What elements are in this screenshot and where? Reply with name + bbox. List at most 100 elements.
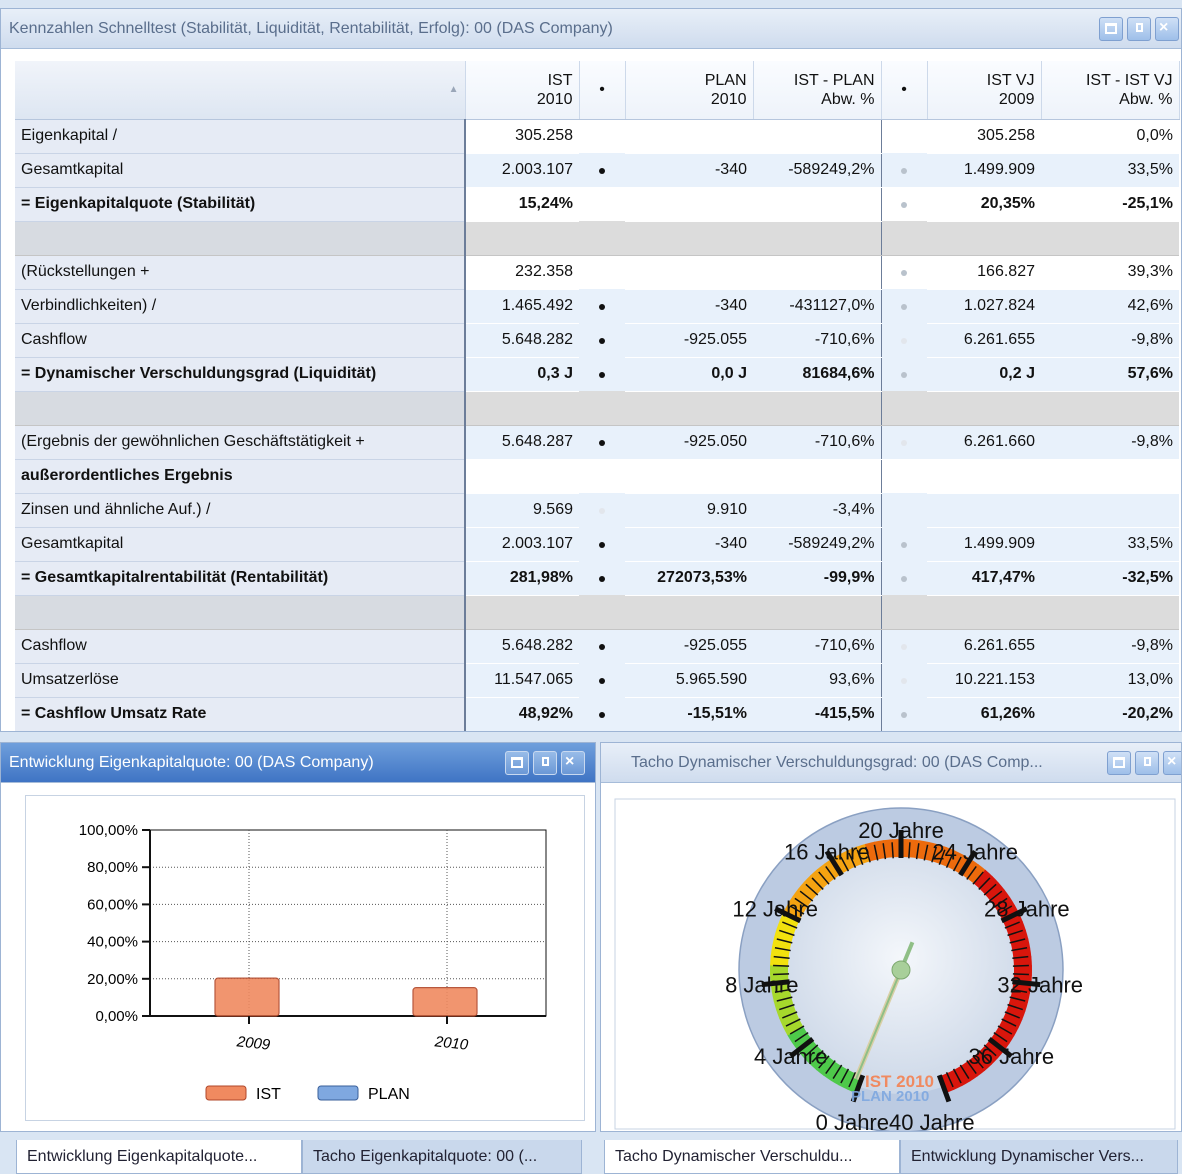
maximize-icon [1113, 757, 1125, 768]
gauge-hub [891, 960, 911, 980]
cell-abw-vj: 42,6% [1041, 289, 1179, 324]
cell-abw-vj: -9,8% [1041, 323, 1179, 358]
row-label: = Gesamtkapitalrentabilität (Rentabilitä… [15, 561, 466, 596]
col-dot2-header[interactable]: • [881, 61, 928, 120]
cell-status-plan [579, 187, 625, 221]
table-row[interactable]: = Cashflow Umsatz Rate 48,92% -15,51% -415,… [15, 697, 1179, 731]
col-abwvj-header[interactable]: IST - IST VJ Abw. % [1041, 61, 1180, 120]
col-plan-header[interactable]: PLAN 2010 [625, 61, 754, 120]
table-row[interactable]: (Ergebnis der gewöhnlichen Geschäftstäti… [15, 425, 1179, 460]
cell-status-vj [880, 391, 927, 426]
close-button[interactable]: × [561, 751, 585, 775]
table-row[interactable] [15, 391, 1179, 426]
col-dot1-header[interactable]: • [579, 61, 626, 120]
status-dot-icon [901, 542, 908, 548]
table-row[interactable]: Eigenkapital /305.258 305.258 0,0% [15, 119, 1179, 154]
cell-plan-2010: -925.050 [625, 425, 753, 460]
table-row[interactable] [15, 221, 1179, 256]
status-dot-icon [901, 576, 908, 582]
cell-plan-2010 [625, 119, 753, 154]
cell-abw-plan [753, 255, 881, 290]
cell-status-plan [579, 153, 625, 187]
cell-ist-vj-2009: 1.499.909 [927, 527, 1041, 562]
cell-abw-plan: -431127,0% [753, 289, 881, 324]
cell-ist-vj-2009: 1.499.909 [927, 153, 1041, 188]
table-row[interactable]: außerordentliches Ergebnis [15, 459, 1179, 494]
table-row[interactable]: (Rückstellungen +232.358 166.827 39,3% [15, 255, 1179, 290]
table-row[interactable]: Cashflow 5.648.282 -925.055 -710,6% 6.261.65… [15, 323, 1179, 358]
cell-abw-vj [1041, 493, 1179, 528]
kennzahlen-titlebar[interactable]: Kennzahlen Schnelltest (Stabilität, Liqu… [1, 9, 1181, 49]
cell-abw-vj: 57,6% [1041, 357, 1179, 392]
gauge-label: 8 Jahre [725, 973, 798, 998]
table-row[interactable]: = Gesamtkapitalrentabilität (Rentabilitä… [15, 561, 1179, 596]
table-row[interactable]: Zinsen und ähnliche Auf.) /9.569 9.910 -3,… [15, 493, 1179, 528]
maximize-button[interactable] [505, 751, 529, 775]
cell-status-vj [880, 187, 927, 221]
cell-ist-2010: 5.648.282 [465, 323, 579, 358]
pin-icon [1144, 757, 1151, 766]
status-dot-icon [901, 270, 908, 277]
cell-status-vj [880, 153, 927, 187]
cell-ist-2010 [465, 221, 579, 256]
tab-tacho-eigenkapitalquote[interactable]: Tacho Eigenkapitalquote: 00 (... [302, 1140, 582, 1174]
close-button[interactable]: × [1163, 751, 1181, 775]
pin-icon [1136, 23, 1143, 32]
cell-abw-vj: 33,5% [1041, 527, 1179, 562]
cell-ist-2010: 2.003.107 [465, 153, 579, 188]
status-dot-icon [599, 338, 605, 344]
tab-entwicklung-eigenkapitalquote[interactable]: Entwicklung Eigenkapitalquote... [16, 1140, 302, 1174]
marker-plan-label: PLAN 2010 [851, 1088, 929, 1105]
status-dot-icon [599, 576, 605, 582]
cell-ist-2010 [465, 595, 579, 630]
table-row[interactable] [15, 595, 1179, 630]
pin-button[interactable] [533, 751, 557, 775]
status-dot-icon [901, 304, 908, 310]
row-label: Cashflow [15, 323, 466, 358]
col-ist-header[interactable]: IST 2010 [465, 61, 580, 120]
cell-abw-vj: -9,8% [1041, 629, 1179, 664]
cell-ist-2010: 1.465.492 [465, 289, 579, 324]
cell-abw-plan [753, 459, 881, 494]
table-row[interactable]: Gesamtkapital 2.003.107 -340 -589249,2% 1.49… [15, 153, 1179, 188]
gauge-label: 4 Jahre [754, 1044, 827, 1069]
cell-abw-plan: -589249,2% [753, 153, 881, 188]
cell-plan-2010 [625, 391, 753, 426]
cell-abw-vj: -32,5% [1041, 561, 1179, 596]
cell-abw-plan [753, 119, 881, 154]
cell-ist-vj-2009 [927, 595, 1041, 630]
status-dot-icon [901, 372, 908, 378]
maximize-button[interactable] [1107, 751, 1131, 775]
tab-tacho-dynamischer[interactable]: Tacho Dynamischer Verschuldu... [604, 1140, 900, 1174]
table-row[interactable]: Umsatzerlöse 11.547.065 5.965.590 93,6% 10.2… [15, 663, 1179, 698]
pin-button[interactable] [1127, 17, 1151, 41]
cell-abw-vj [1041, 459, 1179, 494]
cell-plan-2010: -340 [625, 153, 753, 188]
pin-button[interactable] [1135, 751, 1159, 775]
tacho-titlebar[interactable]: Tacho Dynamischer Verschuldungsgrad: 00 … [601, 743, 1181, 783]
cell-plan-2010: 272073,53% [625, 561, 753, 596]
table-row[interactable]: Gesamtkapital 2.003.107 -340 -589249,2% 1.49… [15, 527, 1179, 562]
col-abw-header[interactable]: IST - PLAN Abw. % [753, 61, 882, 120]
cell-abw-plan [753, 187, 881, 222]
table-row[interactable]: = Dynamischer Verschuldungsgrad (Liquidi… [15, 357, 1179, 392]
gauge-label: 32 Jahre [997, 973, 1083, 998]
cell-ist-2010: 11.547.065 [465, 663, 579, 698]
bar-chart-area: 100,00% 80,00% 60,00% 40,00% 20,00% 0,00% 2009… [25, 795, 585, 1121]
table-row[interactable]: = Eigenkapitalquote (Stabilität) 15,24% 20… [15, 187, 1179, 222]
label-column-header[interactable]: ▲ [15, 61, 466, 120]
maximize-button[interactable] [1099, 17, 1123, 41]
tab-entwicklung-dynamischer[interactable]: Entwicklung Dynamischer Vers... [900, 1140, 1178, 1174]
status-dot-icon [599, 304, 605, 310]
cell-ist-2010: 5.648.287 [465, 425, 579, 460]
close-button[interactable]: × [1155, 17, 1179, 41]
cell-abw-plan: -710,6% [753, 323, 881, 358]
status-dot-icon [901, 712, 908, 718]
table-row[interactable]: Cashflow 5.648.282 -925.055 -710,6% 6.261.65… [15, 629, 1179, 664]
row-label [15, 391, 466, 426]
table-row[interactable]: Verbindlichkeiten) /1.465.492 -340 -431127… [15, 289, 1179, 324]
eigenkapital-titlebar[interactable]: Entwicklung Eigenkapitalquote: 00 (DAS C… [1, 743, 595, 783]
cell-abw-vj: 33,5% [1041, 153, 1179, 188]
cell-ist-2010: 281,98% [465, 561, 579, 596]
col-vj-header[interactable]: IST VJ 2009 [927, 61, 1042, 120]
